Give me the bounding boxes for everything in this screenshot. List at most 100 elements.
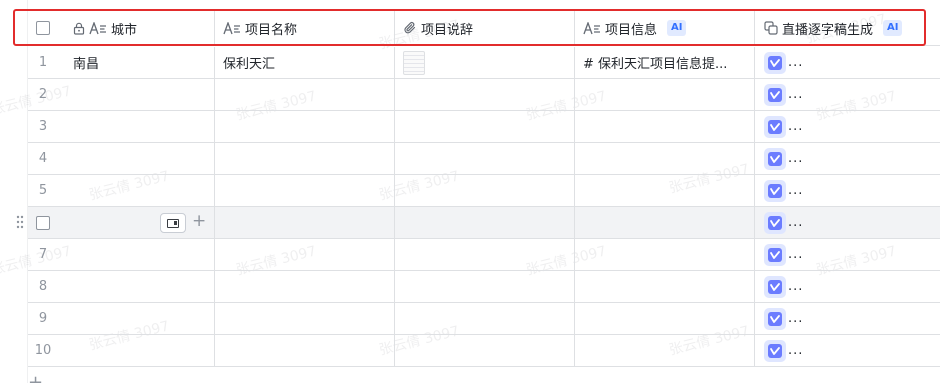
city-value: 南昌: [73, 57, 100, 72]
row-index: 8: [38, 279, 48, 294]
cell-info[interactable]: [575, 239, 755, 270]
row-index-cell: 9: [28, 303, 58, 334]
cell-name[interactable]: [215, 111, 395, 142]
cell-info[interactable]: # 保利天汇项目信息提...: [575, 47, 755, 78]
column-label-desc: 项目说辞: [421, 22, 474, 38]
table-row[interactable]: 3...: [28, 111, 940, 143]
cell-desc[interactable]: [395, 79, 575, 110]
expand-row-button[interactable]: [160, 213, 186, 233]
cell-desc[interactable]: [395, 175, 575, 206]
table-row[interactable]: 4...: [28, 143, 940, 175]
cell-name[interactable]: [215, 175, 395, 206]
column-label-city: 城市: [111, 22, 138, 38]
cell-live[interactable]: ...: [755, 111, 940, 142]
attachment-thumbnail[interactable]: [403, 50, 425, 75]
cell-live[interactable]: ...: [755, 79, 940, 110]
ai-generate-chip[interactable]: [764, 307, 786, 330]
live-value: ...: [788, 215, 804, 230]
cell-desc[interactable]: [395, 111, 575, 142]
ai-generate-chip[interactable]: [764, 275, 786, 298]
cell-live[interactable]: ...: [755, 207, 940, 238]
cell-desc[interactable]: [395, 335, 575, 366]
drag-handle-icon[interactable]: [16, 215, 24, 232]
cell-city[interactable]: 南昌: [58, 47, 215, 78]
cell-desc[interactable]: [395, 271, 575, 302]
cell-info[interactable]: [575, 335, 755, 366]
row-index-cell: 1: [28, 47, 58, 78]
cell-city[interactable]: [58, 239, 215, 270]
lock-icon: [73, 22, 85, 35]
ai-generate-chip[interactable]: [764, 83, 786, 106]
add-row-button[interactable]: +: [28, 372, 43, 383]
cell-name[interactable]: [215, 143, 395, 174]
cell-name[interactable]: [215, 335, 395, 366]
select-all-checkbox[interactable]: [36, 21, 50, 35]
table-row[interactable]: 2...: [28, 79, 940, 111]
row-index-cell: 10: [28, 335, 58, 366]
column-header-city[interactable]: 城市: [58, 11, 215, 45]
cell-desc[interactable]: [395, 207, 575, 238]
cell-city[interactable]: [58, 271, 215, 302]
row-index: 5: [38, 183, 48, 198]
cell-name[interactable]: 保利天汇: [215, 47, 395, 78]
live-value: ...: [788, 279, 804, 294]
cell-name[interactable]: [215, 207, 395, 238]
table-row[interactable]: 1 南昌 保利天汇 # 保利天汇项目信息提......: [28, 47, 940, 79]
table-row[interactable]: 9...: [28, 303, 940, 335]
cell-city[interactable]: [58, 303, 215, 334]
cell-live[interactable]: ...: [755, 335, 940, 366]
ai-generate-chip[interactable]: [764, 51, 786, 74]
live-value: ...: [788, 343, 804, 358]
row-select[interactable]: [28, 207, 58, 238]
cell-desc[interactable]: [395, 47, 575, 78]
ai-generate-chip[interactable]: [764, 339, 786, 362]
cell-city[interactable]: [58, 79, 215, 110]
cell-info[interactable]: [575, 303, 755, 334]
cell-info[interactable]: [575, 143, 755, 174]
cell-desc[interactable]: [395, 303, 575, 334]
cell-live[interactable]: ...: [755, 143, 940, 174]
column-header-info[interactable]: 项目信息 AI: [575, 11, 755, 45]
cell-name[interactable]: [215, 239, 395, 270]
ai-generate-chip[interactable]: [764, 147, 786, 170]
cell-live[interactable]: ...: [755, 175, 940, 206]
name-value: 保利天汇: [223, 57, 276, 72]
cell-name[interactable]: [215, 303, 395, 334]
column-header-live[interactable]: 直播逐字稿生成 AI: [755, 11, 940, 45]
ai-generate-chip[interactable]: [764, 211, 786, 234]
cell-info[interactable]: [575, 175, 755, 206]
header-select-all[interactable]: [28, 11, 58, 45]
cell-info[interactable]: [575, 79, 755, 110]
cell-desc[interactable]: [395, 143, 575, 174]
cell-city[interactable]: [58, 111, 215, 142]
ai-generate-chip[interactable]: [764, 179, 786, 202]
column-header-name[interactable]: 项目名称: [215, 11, 395, 45]
cell-name[interactable]: [215, 271, 395, 302]
cell-desc[interactable]: [395, 239, 575, 270]
table-row[interactable]: 10...: [28, 335, 940, 367]
ai-generate-chip[interactable]: [764, 115, 786, 138]
cell-info[interactable]: [575, 207, 755, 238]
cell-city[interactable]: [58, 175, 215, 206]
cell-live[interactable]: ...: [755, 303, 940, 334]
cell-info[interactable]: [575, 111, 755, 142]
copy-icon: [764, 21, 778, 35]
cell-live[interactable]: ...: [755, 47, 940, 78]
cell-city[interactable]: [58, 143, 215, 174]
column-label-info: 项目信息: [605, 22, 658, 38]
cell-city[interactable]: [58, 335, 215, 366]
cell-info[interactable]: [575, 271, 755, 302]
row-index-cell: 2: [28, 79, 58, 110]
cell-live[interactable]: ...: [755, 239, 940, 270]
live-value: ...: [788, 311, 804, 326]
table-row[interactable]: 7...: [28, 239, 940, 271]
cell-name[interactable]: [215, 79, 395, 110]
column-header-desc[interactable]: 项目说辞: [395, 11, 575, 45]
table-row[interactable]: 5...: [28, 175, 940, 207]
row-index: 9: [38, 311, 48, 326]
row-checkbox[interactable]: [36, 215, 50, 230]
insert-row-button[interactable]: +: [192, 211, 206, 231]
ai-generate-chip[interactable]: [764, 243, 786, 266]
cell-live[interactable]: ...: [755, 271, 940, 302]
table-row[interactable]: 8...: [28, 271, 940, 303]
